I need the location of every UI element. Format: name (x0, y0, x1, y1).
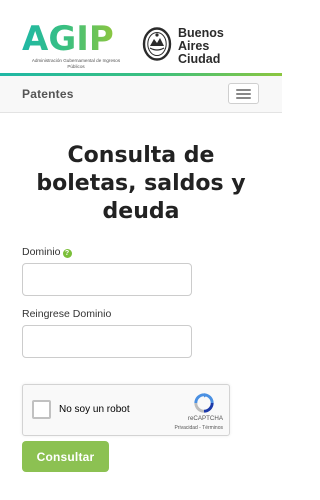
city-seal-icon (142, 27, 172, 61)
reingrese-dominio-input[interactable] (22, 325, 192, 358)
agip-logo-subtitle: Administración Gubernamental de Ingresos… (31, 58, 121, 69)
city-logo-line-3: Ciudad (178, 52, 221, 66)
dominio-label-text: Dominio (22, 246, 61, 258)
recaptcha-label: No soy un robot (59, 404, 130, 415)
recaptcha-brand: reCAPTCHA (187, 415, 223, 422)
recaptcha-widget: No soy un robot reCAPTCHA Privacidad - T… (22, 384, 230, 436)
recaptcha-icon (194, 393, 214, 413)
recaptcha-links[interactable]: Privacidad - Términos (23, 425, 223, 431)
page-title: Consulta de boletas, saldos y deuda (36, 143, 246, 224)
reingrese-dominio-label: Reingrese Dominio (22, 308, 112, 320)
consultar-button[interactable]: Consultar (22, 441, 109, 472)
dominio-label: Dominio? (22, 246, 72, 258)
agip-logo-text: AGIP (22, 19, 114, 59)
agip-logo[interactable]: AGIP Administración Gubernamental de Ing… (22, 19, 126, 69)
navbar-brand[interactable]: Patentes (22, 87, 74, 101)
question-circle-icon[interactable]: ? (62, 249, 72, 258)
navbar: Patentes (0, 76, 282, 113)
buenos-aires-logo[interactable]: Buenos Aires Ciudad (142, 26, 242, 70)
dominio-input[interactable] (22, 263, 192, 296)
hamburger-menu-button[interactable] (228, 83, 259, 104)
site-header: AGIP Administración Gubernamental de Ing… (0, 0, 282, 74)
